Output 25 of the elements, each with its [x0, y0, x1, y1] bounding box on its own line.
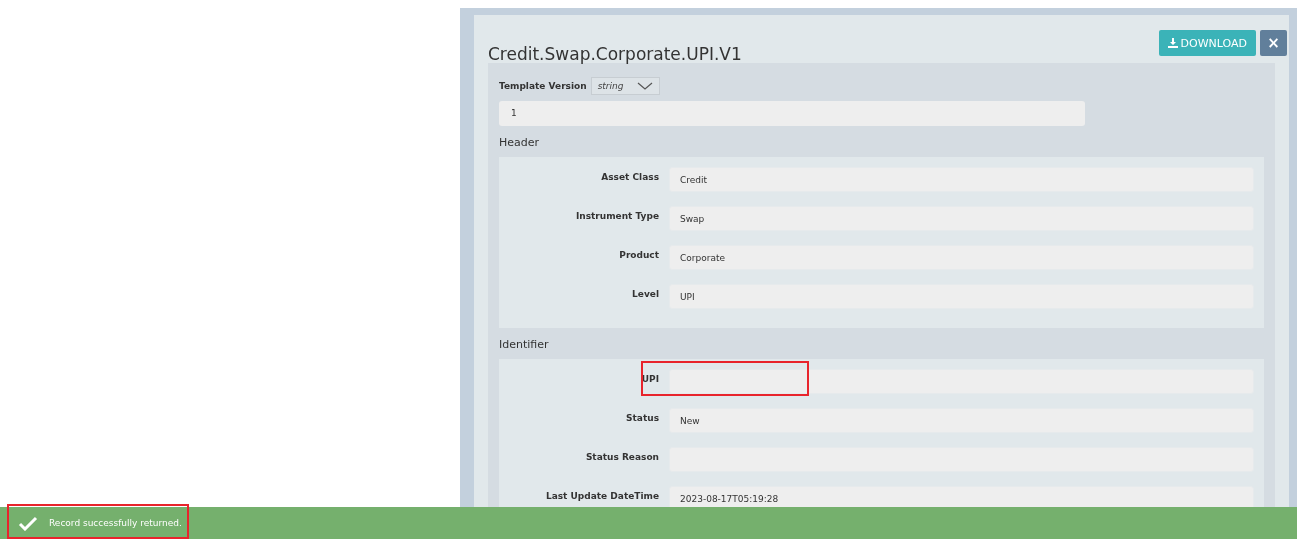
toast-message: Record successfully returned.	[49, 518, 182, 528]
field-label: Level	[631, 288, 660, 299]
checkmark-icon	[18, 515, 38, 531]
field-label: Status Reason	[584, 451, 660, 462]
input-field[interactable]: New	[669, 408, 1254, 433]
dialog-title: Credit.Swap.Corporate.UPI.V1	[488, 44, 742, 64]
section-title: Header	[499, 136, 541, 149]
input-field[interactable]: UPI	[669, 284, 1254, 309]
input-field[interactable]: Credit	[669, 167, 1254, 192]
field-label: UPI	[640, 373, 660, 384]
type-dropdown[interactable]: string	[590, 77, 661, 95]
field-label: Asset Class	[600, 171, 660, 182]
section-title: Identifier	[499, 338, 550, 351]
chevron-down-icon	[637, 82, 654, 90]
close-button[interactable]: ×	[1260, 30, 1287, 56]
input-field[interactable]: Corporate	[669, 245, 1254, 270]
input-field[interactable]	[669, 369, 1254, 394]
field-label: Template Version	[499, 81, 587, 91]
field-label: Product	[618, 249, 660, 260]
field-label: Last Update DateTime	[544, 490, 660, 501]
field-label: Instrument Type	[574, 210, 660, 221]
input-field[interactable]: 1	[499, 101, 1085, 126]
input-field[interactable]: Swap	[669, 206, 1254, 231]
field-label: Status	[625, 412, 660, 423]
download-icon	[1167, 38, 1178, 48]
